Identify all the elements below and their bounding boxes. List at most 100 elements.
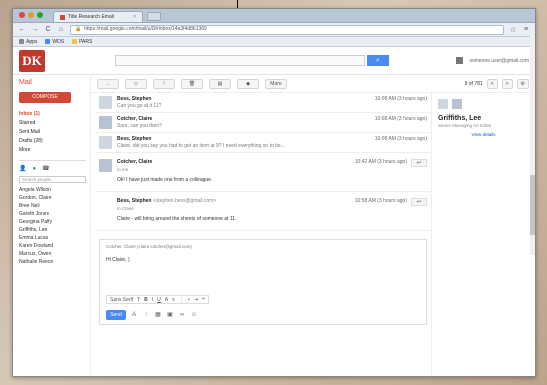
font-size-icon[interactable]: T: [137, 297, 140, 303]
labels-button[interactable]: ◆: [237, 78, 259, 89]
delete-button[interactable]: 🗑: [181, 78, 203, 89]
next-button[interactable]: >: [501, 78, 513, 89]
quote-icon[interactable]: ❝: [202, 297, 205, 303]
text-color-icon[interactable]: A: [165, 297, 168, 303]
font-select[interactable]: Sans Serif: [110, 297, 133, 303]
move-to-button[interactable]: ▤: [209, 78, 231, 89]
bookmark-star-icon[interactable]: ☆: [509, 26, 517, 34]
nav-starred[interactable]: Starred: [19, 118, 86, 127]
message-text: Ok! I have just made one from a colleagu…: [117, 177, 213, 183]
forward-icon[interactable]: →: [31, 26, 39, 33]
home-icon[interactable]: ⌂: [57, 26, 65, 33]
message-collapsed[interactable]: Bess, Stephen 10:08 AM (3 hours ago) Can …: [95, 93, 431, 113]
avatar: [99, 159, 112, 172]
new-tab-button[interactable]: [147, 12, 161, 21]
link-icon[interactable]: ∞: [178, 311, 186, 319]
contact-list: Angela Wilson Gordon, Claire Bree Neil G…: [19, 186, 86, 266]
maximize-window-icon[interactable]: [37, 12, 43, 18]
nav-sent[interactable]: Sent Mail: [19, 127, 86, 136]
attach-icon[interactable]: ↑: [142, 311, 150, 319]
back-icon[interactable]: ←: [18, 26, 26, 33]
sender-name: Bess, Stephen <stephen.bess@gmail.com>: [117, 198, 217, 204]
user-email[interactable]: someone.user@gmail.com: [469, 58, 529, 64]
tab-strip: Title Research Email ×: [13, 9, 535, 23]
nav-inbox[interactable]: Inbox (1): [19, 109, 86, 118]
numbered-list-icon[interactable]: ⋮: [179, 297, 184, 303]
indent-icon[interactable]: ⇥: [194, 297, 198, 303]
send-button[interactable]: Send: [106, 310, 126, 320]
emoji-icon[interactable]: ☺: [190, 311, 198, 319]
back-to-inbox-button[interactable]: ←: [97, 78, 119, 89]
contact-item[interactable]: Emma Lucas: [19, 234, 86, 242]
contact-item[interactable]: Marcus, Owen: [19, 250, 86, 258]
hangouts-icon[interactable]: ●: [32, 166, 36, 172]
drive-icon[interactable]: ▦: [154, 311, 162, 319]
browser-tab[interactable]: Title Research Email ×: [53, 11, 143, 22]
reply-composer[interactable]: Cotcher, Claire (claire.cotcher@gmail.co…: [99, 239, 427, 325]
view-details-link[interactable]: View details: [438, 132, 529, 137]
contact-search-input[interactable]: Search people...: [19, 176, 86, 183]
underline-icon[interactable]: U: [157, 297, 161, 303]
search-input[interactable]: [115, 55, 365, 66]
bulleted-list-icon[interactable]: •: [188, 297, 190, 303]
close-window-icon[interactable]: [19, 12, 25, 18]
address-text: https://mail.google.com/mail/u/0/#inbox/…: [84, 26, 207, 32]
bookmark-wds[interactable]: WDS: [45, 39, 64, 45]
page-count: 9 of 781: [464, 80, 483, 87]
reply-button[interactable]: ↩: [411, 198, 427, 206]
prev-button[interactable]: <: [486, 78, 498, 89]
contact-item[interactable]: Griffiths, Lee: [19, 226, 86, 234]
scrollbar[interactable]: [530, 35, 535, 255]
person-icon[interactable]: 👤: [19, 165, 26, 172]
dk-logo[interactable]: DK: [19, 49, 45, 72]
contact-item[interactable]: Angela Wilson: [19, 186, 86, 194]
reply-body[interactable]: Hi Claire, ): [106, 257, 420, 263]
contact-item[interactable]: Georgina Palfy: [19, 218, 86, 226]
message-collapsed[interactable]: Cotcher, Claire 10:08 AM (3 hours ago) Su…: [95, 113, 431, 133]
settings-button[interactable]: ⚙: [516, 78, 529, 89]
recipient-line[interactable]: to Claire: [117, 206, 427, 211]
reply-recipients[interactable]: Cotcher, Claire (claire.cotcher@gmail.co…: [106, 244, 420, 249]
message-thread: Bess, Stephen 10:08 AM (3 hours ago) Can …: [91, 93, 431, 376]
archive-button[interactable]: ▭: [125, 78, 147, 89]
apps-grid-icon[interactable]: [456, 57, 464, 64]
bold-icon[interactable]: B: [144, 297, 148, 303]
recipient-line[interactable]: to me: [117, 167, 427, 172]
italic-icon[interactable]: I: [152, 297, 153, 303]
mail-dropdown[interactable]: Mail: [19, 79, 86, 86]
bookmarks-bar: Apps WDS PARS: [13, 37, 535, 47]
contact-item[interactable]: Nathalie Reece: [19, 258, 86, 266]
left-nav: Mail COMPOSE Inbox (1) Starred Sent Mail…: [13, 75, 91, 376]
nav-drafts[interactable]: Drafts (28): [19, 136, 86, 145]
contact-item[interactable]: Gareth Jones: [19, 210, 86, 218]
phone-icon[interactable]: ☎: [42, 165, 49, 172]
nav-more[interactable]: More: [19, 145, 86, 154]
compose-button[interactable]: COMPOSE: [19, 92, 71, 103]
message-time: 10:08 AM (3 hours ago): [374, 116, 427, 122]
search-icon: ⌕: [376, 57, 380, 64]
contact-item[interactable]: Bree Neil: [19, 202, 86, 210]
formatting-icon[interactable]: A: [130, 311, 138, 319]
sender-name: Bess, Stephen: [117, 136, 152, 142]
contact-item[interactable]: Gordon, Claire: [19, 194, 86, 202]
message-collapsed[interactable]: Bess, Stephen 10:08 AM (3 hours ago) Clai…: [95, 133, 431, 153]
scrollbar-thumb[interactable]: [530, 175, 535, 235]
contact-avatar: [452, 99, 462, 109]
reply-button[interactable]: ↩: [411, 159, 427, 167]
address-bar[interactable]: 🔒 https://mail.google.com/mail/u/0/#inbo…: [70, 24, 504, 35]
bookmark-pars[interactable]: PARS: [72, 39, 92, 45]
more-button[interactable]: More: [265, 78, 287, 89]
search-button[interactable]: ⌕: [367, 55, 389, 66]
report-spam-button[interactable]: !: [153, 78, 175, 89]
minimize-window-icon[interactable]: [28, 12, 34, 18]
sender-name: Cotcher, Claire: [117, 116, 153, 122]
window-controls: [19, 9, 49, 22]
photo-icon[interactable]: ▣: [166, 311, 174, 319]
contact-item[interactable]: Karen Dowland: [19, 242, 86, 250]
message-expanded: Cotcher, Claire 10:42 AM (3 hours ago) ↩…: [95, 153, 431, 192]
bookmark-apps[interactable]: Apps: [19, 39, 37, 45]
browser-menu-icon[interactable]: ≡: [522, 26, 530, 33]
reload-icon[interactable]: C: [44, 26, 52, 33]
close-tab-icon[interactable]: ×: [133, 12, 136, 23]
align-icon[interactable]: ≡: [172, 297, 175, 303]
